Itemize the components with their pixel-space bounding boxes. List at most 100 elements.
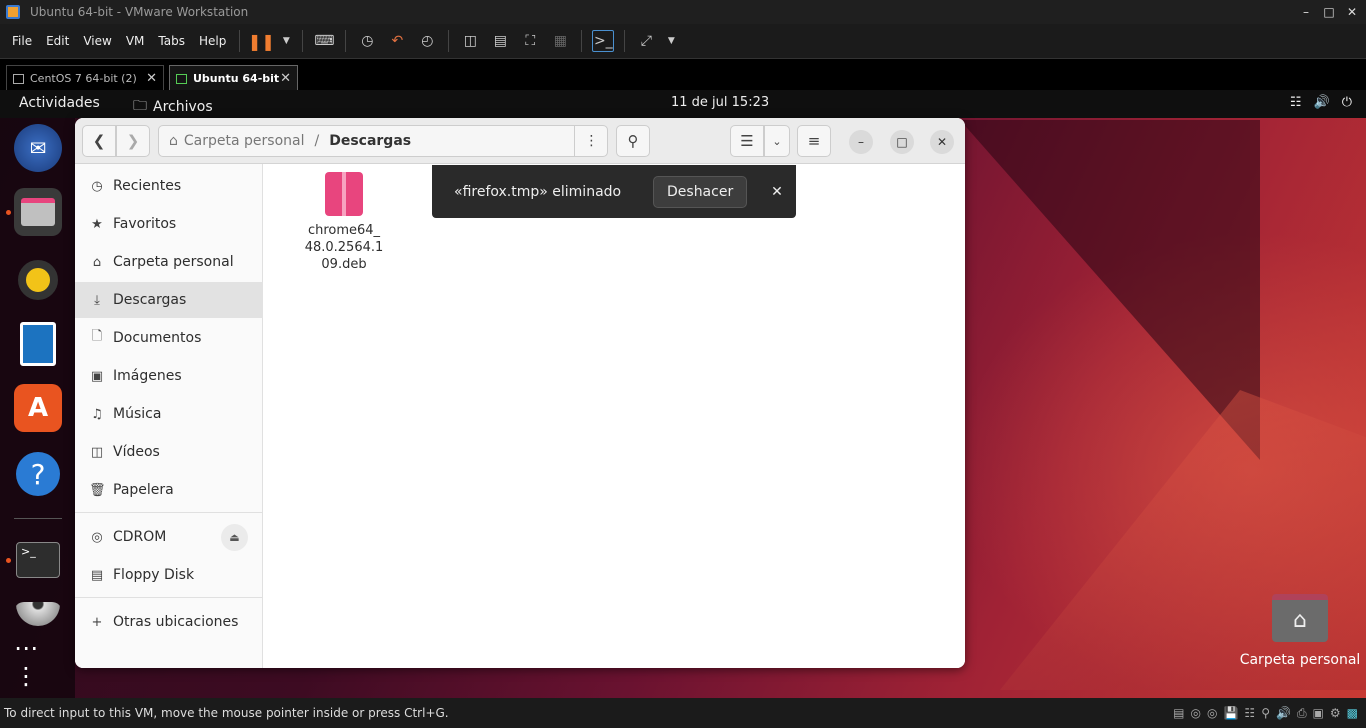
path-menu-icon[interactable]: ⋮ — [574, 126, 608, 156]
search-button[interactable]: ⚲ — [616, 125, 650, 157]
message-log-icon[interactable]: ▩ — [1347, 706, 1358, 721]
sidebar-item-carpeta-personal[interactable]: ⌂ Carpeta personal — [75, 244, 263, 280]
app-menu[interactable]: 🗀 Archivos — [133, 95, 213, 119]
sidebar: ◷ Recientes ★ Favoritos ⌂ Carpeta personal … — [75, 164, 263, 668]
display-icon[interactable]: ▣ — [1313, 706, 1324, 721]
snapshot-manager-icon[interactable]: ◴ — [416, 30, 438, 52]
send-keys-icon[interactable]: ⌨ — [313, 30, 335, 52]
eject-icon[interactable]: ⏏ — [221, 524, 248, 551]
chevron-down-icon[interactable]: ▼ — [280, 30, 292, 52]
path-parent[interactable]: Carpeta personal — [184, 133, 305, 149]
fullscreen-icon[interactable]: ⛶ — [519, 30, 541, 52]
thunderbird-icon[interactable]: ✉ — [14, 124, 62, 172]
sidebar-item-label: Documentos — [113, 330, 202, 346]
tab-label: Ubuntu 64-bit — [193, 72, 280, 85]
chevron-down-icon[interactable]: ▼ — [665, 30, 677, 52]
sidebar-item-descargas[interactable]: ⤓ Descargas — [75, 282, 263, 318]
close-toast-icon[interactable]: ✕ — [771, 184, 783, 200]
usb-icon[interactable]: ⚲ — [1261, 706, 1270, 721]
toolbar-separator — [345, 30, 347, 52]
help-icon[interactable]: ? — [14, 450, 62, 498]
desktop-home-folder[interactable]: ⌂ Carpeta personal — [1236, 594, 1364, 668]
vmware-tab-strip: CentOS 7 64-bit (2) ✕ Ubuntu 64-bit ✕ — [0, 58, 1366, 91]
download-icon: ⤓ — [94, 292, 100, 308]
cd-icon[interactable]: ◎ — [1191, 706, 1201, 721]
tab-centos[interactable]: CentOS 7 64-bit (2) ✕ — [6, 65, 164, 91]
view-list-button[interactable]: ☰ — [730, 125, 764, 157]
settings-icon[interactable]: ⚙ — [1330, 706, 1341, 721]
deb-package-icon — [325, 172, 363, 216]
menu-help[interactable]: Help — [192, 34, 233, 48]
system-tray[interactable]: ☷ 🔊 ⏻ — [1290, 95, 1352, 110]
sidebar-item-imagenes[interactable]: ▣ Imágenes — [75, 358, 263, 394]
file-view[interactable]: chrome64_ 48.0.2564.1 09.deb — [264, 164, 965, 668]
console-view-icon[interactable]: >_ — [592, 30, 615, 52]
undo-toast: «firefox.tmp» eliminado Deshacer ✕ — [432, 165, 796, 218]
guest-screen[interactable]: Actividades 🗀 Archivos 11 de jul 15:23 ☷… — [0, 90, 1366, 698]
minimize-icon: – — [858, 135, 864, 149]
maximize-icon[interactable]: □ — [1317, 0, 1341, 24]
menu-edit[interactable]: Edit — [39, 34, 76, 48]
activities-button[interactable]: Actividades — [19, 95, 100, 111]
sound-icon[interactable]: 🔊 — [1276, 706, 1291, 721]
floppy-icon[interactable]: 💾 — [1223, 706, 1238, 721]
show-apps-icon[interactable]: ⋯⋮ — [14, 634, 62, 690]
unity-icon[interactable]: ▦ — [549, 30, 571, 52]
sidebar-toggle-icon[interactable]: ◫ — [459, 30, 481, 52]
app-center-icon[interactable]: A — [14, 384, 62, 432]
sidebar-item-cdrom[interactable]: ◎ CDROM ⏏ — [75, 519, 263, 555]
close-icon: ✕ — [936, 135, 948, 149]
sidebar-item-papelera[interactable]: 🗑 Papelera — [75, 472, 263, 508]
minimize-button[interactable]: – — [849, 130, 873, 154]
sidebar-item-videos[interactable]: ◫ Vídeos — [75, 434, 263, 470]
terminal-icon[interactable]: >_ — [6, 536, 62, 584]
cd-icon[interactable]: ◎ — [1207, 706, 1217, 721]
file-item[interactable]: chrome64_ 48.0.2564.1 09.deb — [294, 172, 394, 273]
sidebar-item-documentos[interactable]: 🗋 Documentos — [75, 320, 263, 356]
menu-vm[interactable]: VM — [119, 34, 152, 48]
files-icon[interactable] — [6, 188, 62, 236]
maximize-button[interactable]: □ — [890, 130, 914, 154]
path-current[interactable]: Descargas — [329, 133, 411, 149]
writer-icon[interactable] — [14, 320, 62, 368]
menu-tabs[interactable]: Tabs — [151, 34, 192, 48]
sidebar-item-musica[interactable]: ♫ Música — [75, 396, 263, 432]
app-name: Archivos — [153, 99, 213, 115]
network-adapter-icon[interactable]: ☷ — [1244, 706, 1255, 721]
close-tab-icon[interactable]: ✕ — [280, 71, 291, 86]
close-tab-icon[interactable]: ✕ — [146, 71, 157, 86]
plus-icon: + — [91, 614, 103, 630]
snapshot-icon[interactable]: ◷ — [356, 30, 378, 52]
path-bar[interactable]: ⌂ Carpeta personal / Descargas ⋮ — [158, 125, 608, 157]
sidebar-item-recientes[interactable]: ◷ Recientes — [75, 168, 263, 204]
thumbnail-bar-icon[interactable]: ▤ — [489, 30, 511, 52]
hdd-icon[interactable]: ▤ — [1173, 706, 1184, 721]
maximize-icon: □ — [896, 135, 908, 149]
back-button[interactable]: ❮ — [82, 125, 116, 157]
stretch-guest-icon[interactable]: ⤢ — [635, 30, 657, 52]
view-options-button[interactable]: ⌄ — [764, 125, 790, 157]
tab-ubuntu[interactable]: Ubuntu 64-bit ✕ — [169, 65, 298, 91]
printer-icon[interactable]: ⎙ — [1297, 706, 1307, 721]
sidebar-item-favoritos[interactable]: ★ Favoritos — [75, 206, 263, 242]
sidebar-separator — [75, 512, 263, 513]
rhythmbox-icon[interactable] — [14, 256, 62, 304]
sidebar-item-otras-ubicaciones[interactable]: + Otras ubicaciones — [75, 604, 263, 640]
revert-snapshot-icon[interactable]: ↶ — [386, 30, 408, 52]
search-icon: ⚲ — [627, 132, 639, 150]
close-button[interactable]: ✕ — [930, 130, 954, 154]
toolbar-separator — [302, 30, 304, 52]
sidebar-item-label: Papelera — [113, 482, 174, 498]
minimize-icon[interactable]: – — [1294, 0, 1318, 24]
undo-button[interactable]: Deshacer — [653, 175, 748, 208]
sidebar-item-label: Imágenes — [113, 368, 182, 384]
menu-file[interactable]: File — [5, 34, 39, 48]
pause-icon[interactable]: ❚❚ — [248, 30, 275, 52]
forward-button[interactable]: ❯ — [116, 125, 150, 157]
sidebar-item-floppy[interactable]: ▤ Floppy Disk — [75, 557, 263, 593]
main-menu-button[interactable]: ≡ — [797, 125, 831, 157]
clock[interactable]: 11 de jul 15:23 — [671, 95, 769, 110]
close-icon[interactable]: ✕ — [1340, 0, 1364, 24]
menu-view[interactable]: View — [76, 34, 118, 48]
dvd-icon[interactable] — [14, 602, 62, 626]
